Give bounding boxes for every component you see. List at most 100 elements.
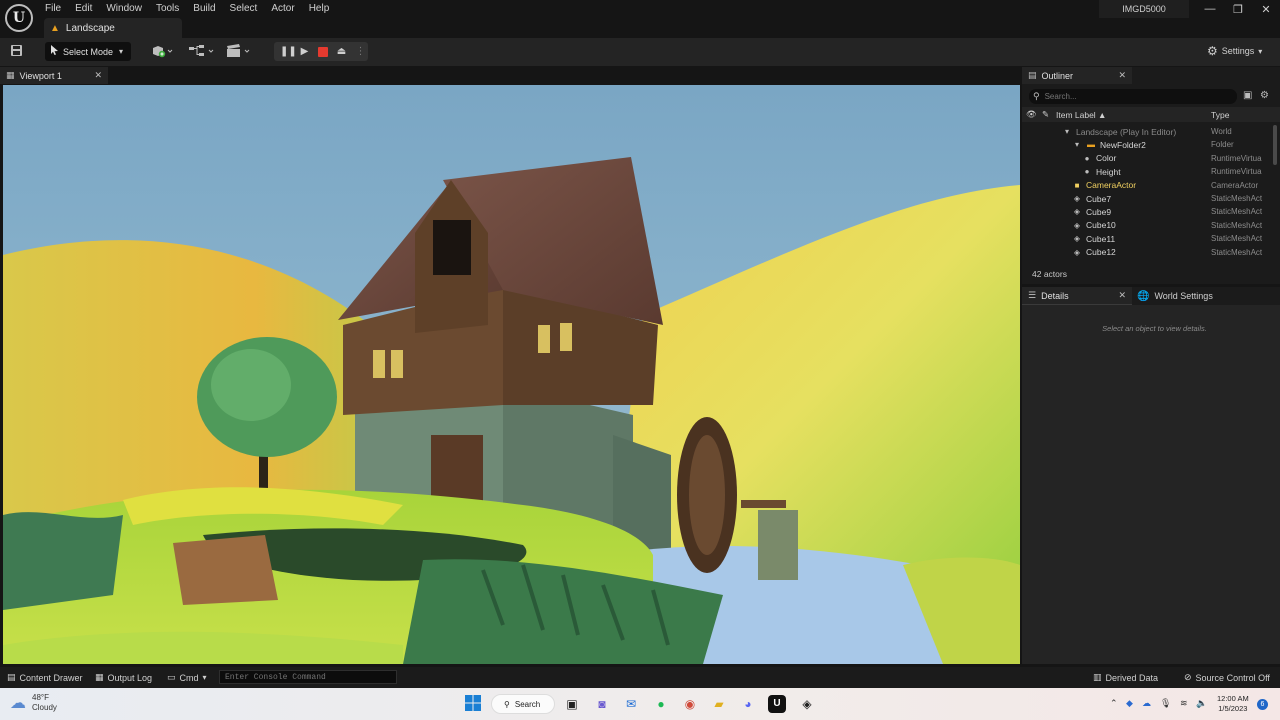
system-clock[interactable]: 12:00 AM 1/5/2023 [1217, 694, 1249, 714]
source-control-button[interactable]: ⊘ Source Control Off [1184, 672, 1270, 683]
close-icon[interactable]: ✕ [1118, 290, 1126, 301]
scene-render [3, 157, 1020, 664]
menu-select[interactable]: Select [230, 3, 266, 14]
outliner-row[interactable]: ◈ Cube9 StaticMeshAct [1022, 205, 1272, 218]
col-item-label[interactable]: Item Label ▲ [1056, 110, 1206, 120]
menu-window[interactable]: Window [106, 3, 150, 14]
outliner-row[interactable]: ▾ ▬ NewFolder2 Folder [1022, 138, 1272, 151]
save-icon[interactable] [10, 44, 23, 60]
teams-chat-icon[interactable]: ◙ [593, 695, 611, 713]
outliner-row[interactable]: ◈ Cube10 StaticMeshAct [1022, 219, 1272, 232]
outliner-search[interactable]: ⚲ [1029, 89, 1237, 104]
more-options-icon[interactable]: ⋮ [355, 46, 366, 57]
chevron-down-icon: ▾ [1258, 46, 1263, 56]
mail-icon[interactable]: ✉ [622, 695, 640, 713]
menu-build[interactable]: Build [193, 3, 223, 14]
tab-details[interactable]: ☰ Details ✕ [1022, 287, 1132, 305]
unreal-logo-icon[interactable]: U [5, 4, 33, 32]
spotify-icon[interactable]: ● [652, 695, 670, 713]
stop-icon[interactable] [318, 46, 328, 57]
chrome-icon[interactable]: ◉ [681, 695, 699, 713]
menu-tools[interactable]: Tools [156, 3, 187, 14]
menu-edit[interactable]: Edit [75, 3, 100, 14]
outliner-scrollbar[interactable] [1273, 125, 1277, 165]
output-log-button[interactable]: ▦ Output Log [95, 672, 152, 683]
menu-help[interactable]: Help [309, 3, 338, 14]
col-type[interactable]: Type [1211, 110, 1229, 120]
cloud-sync-icon[interactable]: ☁ [1142, 698, 1151, 709]
outliner-row-label: Cube9 [1086, 206, 1112, 217]
outliner-row-type: StaticMeshAct [1211, 220, 1263, 230]
tray-overflow-icon[interactable]: ⌃ [1110, 698, 1118, 709]
outliner-row-type: World [1211, 127, 1232, 136]
add-folder-icon[interactable]: ▣ [1243, 90, 1252, 101]
cmd-label: Cmd [179, 672, 199, 683]
file-explorer-icon[interactable]: ▰ [710, 695, 728, 713]
settings-label: Settings [1221, 46, 1255, 56]
outliner-row-label: Color [1096, 153, 1117, 164]
visibility-eye-icon[interactable]: 👁 [1026, 109, 1042, 120]
content-drawer-button[interactable]: ▤ Content Drawer [7, 672, 83, 683]
cursor-icon [50, 45, 59, 58]
pause-icon[interactable]: ❚❚ [280, 46, 297, 57]
close-icon[interactable]: ✕ [1118, 70, 1126, 81]
maximize-button[interactable]: ❐ [1228, 3, 1248, 16]
menu-actor[interactable]: Actor [271, 3, 302, 14]
tab-landscape-level[interactable]: ▲ Landscape [44, 18, 182, 38]
unity-icon[interactable]: ◈ [798, 695, 816, 713]
tab-viewport[interactable]: ▦ Viewport 1 ✕ [0, 67, 108, 84]
taskbar-search-button[interactable]: ⚲ Search [491, 694, 555, 714]
folder-icon: ▬ [1087, 140, 1095, 150]
weather-widget[interactable]: ☁ 48°F Cloudy [10, 693, 57, 713]
skip-frame-icon[interactable]: ▶ [299, 46, 310, 57]
outliner-row[interactable]: ◈ Cube11 StaticMeshAct [1022, 232, 1272, 245]
outliner-row[interactable]: ▾ Landscape (Play In Editor) World [1022, 125, 1272, 138]
details-empty-message: Select an object to view details. [1102, 324, 1207, 333]
select-mode-dropdown[interactable]: Select Mode ▾ [45, 42, 131, 61]
tab-world-settings[interactable]: 🌐 World Settings [1132, 287, 1280, 305]
level-viewport[interactable] [3, 85, 1020, 664]
window-1 [373, 350, 385, 378]
outliner-row[interactable]: ◈ Cube12 StaticMeshAct [1022, 246, 1272, 259]
expand-arrow-icon: ▾ [1074, 140, 1079, 150]
outliner-row[interactable]: ● Color RuntimeVirtua [1022, 152, 1272, 165]
tray-app-icon[interactable]: ◆ [1126, 698, 1133, 709]
wifi-icon[interactable]: ≋ [1180, 698, 1188, 709]
outliner-row[interactable]: ◈ Cube7 StaticMeshAct [1022, 192, 1272, 205]
volume-icon[interactable]: 🔈 [1196, 698, 1207, 709]
notification-badge[interactable]: 6 [1257, 699, 1268, 710]
outliner-row[interactable]: ■ CameraActor CameraActor [1022, 179, 1272, 192]
add-actor-icon[interactable] [151, 44, 173, 60]
cinematics-icon[interactable] [226, 44, 250, 60]
menu-file[interactable]: File [45, 3, 69, 14]
task-view-icon[interactable]: ▣ [563, 695, 581, 713]
settings-button[interactable]: ⚙ Settings ▾ [1207, 44, 1262, 58]
search-icon: ⚲ [504, 699, 510, 709]
close-icon[interactable]: ✕ [94, 70, 102, 81]
dormer-opening [433, 220, 471, 275]
microphone-icon[interactable]: 🎙 [1160, 698, 1171, 709]
blueprint-icon[interactable] [188, 44, 214, 60]
outliner-row-label: Cube10 [1086, 220, 1116, 231]
pin-icon[interactable]: ✎ [1042, 109, 1056, 120]
minimize-button[interactable]: — [1200, 3, 1220, 15]
gear-icon[interactable]: ⚙ [1260, 90, 1269, 101]
close-window-button[interactable]: ✕ [1256, 3, 1276, 16]
outliner-row[interactable]: ● Height RuntimeVirtua [1022, 165, 1272, 178]
derived-data-button[interactable]: ▥ Derived Data [1093, 672, 1158, 683]
eject-icon[interactable]: ⏏ [336, 46, 347, 57]
source-control-label: Source Control Off [1195, 672, 1270, 683]
discord-icon[interactable]: ◕ [739, 695, 757, 713]
viewport-tab-label: Viewport 1 [19, 70, 62, 81]
search-input[interactable] [1044, 92, 1225, 101]
static-mesh-icon: ◈ [1073, 234, 1081, 244]
console-command-input[interactable] [219, 670, 397, 684]
chevron-down-icon: ▾ [119, 47, 124, 56]
actor-count: 42 actors [1032, 269, 1067, 279]
tab-outliner[interactable]: ▤ Outliner ✕ [1022, 67, 1132, 84]
virtual-texture-icon: ● [1084, 153, 1090, 163]
cmd-dropdown[interactable]: ▭ Cmd ▾ [167, 672, 207, 683]
static-mesh-icon: ◈ [1073, 194, 1081, 203]
windows-start-icon[interactable] [464, 695, 482, 713]
unreal-engine-taskbar-icon[interactable]: U [768, 695, 786, 713]
